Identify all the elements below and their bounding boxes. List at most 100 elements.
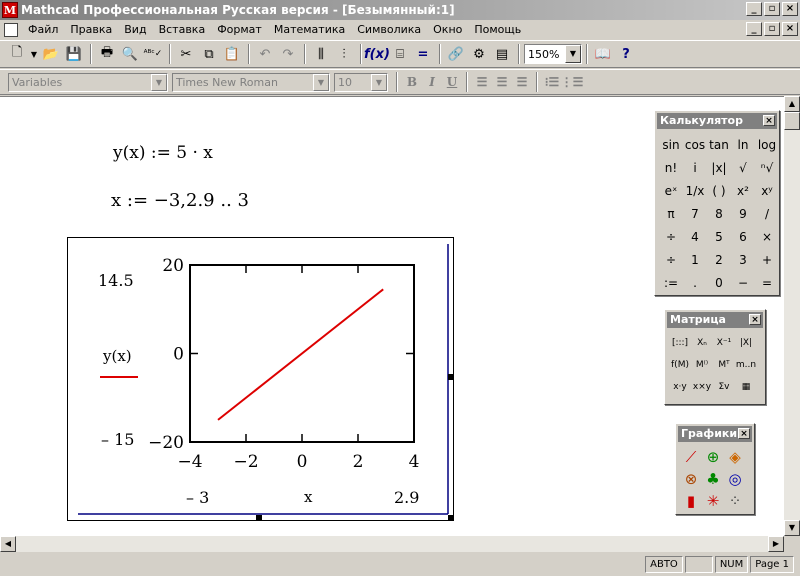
run-macro-icon[interactable]: ▤: [491, 43, 513, 65]
3d-scatter-icon[interactable]: ♣: [702, 468, 724, 490]
trace-label[interactable]: y(x): [103, 347, 132, 365]
component-wizard-icon[interactable]: ⚙: [468, 43, 490, 65]
calc-button[interactable]: eˣ: [659, 179, 683, 202]
calc-button[interactable]: 6: [731, 225, 755, 248]
matrix-close-icon[interactable]: ×: [749, 314, 761, 325]
calc-button[interactable]: tan: [707, 133, 731, 156]
calculator-close-icon[interactable]: ×: [763, 115, 775, 126]
calc-button[interactable]: |x|: [707, 156, 731, 179]
matrix-button[interactable]: |X|: [735, 332, 757, 354]
cut-icon[interactable]: ✂: [175, 43, 197, 65]
matrix-button[interactable]: x·y: [669, 376, 691, 398]
mathcad-app-icon[interactable]: M: [2, 2, 18, 18]
x-left-limit[interactable]: – 3: [186, 488, 209, 507]
align-down-icon[interactable]: ⫶: [333, 43, 355, 65]
matrix-button[interactable]: m..n: [735, 354, 757, 376]
doc-maximize-button[interactable]: ▫: [764, 22, 780, 36]
print-icon[interactable]: 🖶: [96, 43, 118, 65]
save-icon[interactable]: 💾: [63, 43, 85, 65]
calc-button[interactable]: xʸ: [755, 179, 779, 202]
contour-icon[interactable]: ⊗: [680, 468, 702, 490]
menu-format[interactable]: Формат: [211, 23, 268, 36]
zoom-select[interactable]: 150% ▼: [524, 44, 582, 64]
matrix-button[interactable]: X⁻¹: [713, 332, 735, 354]
graphs-close-icon[interactable]: ×: [738, 428, 750, 439]
style-select[interactable]: Variables ▼: [8, 72, 168, 92]
calc-button[interactable]: cos: [683, 133, 707, 156]
print-preview-icon[interactable]: 🔍: [119, 43, 141, 65]
menu-file[interactable]: Файл: [22, 23, 64, 36]
calc-button[interactable]: √: [731, 156, 755, 179]
calc-button[interactable]: ⁿ√: [755, 156, 779, 179]
horizontal-scrollbar[interactable]: ◀ ▶: [0, 536, 784, 552]
calc-button[interactable]: 4: [683, 225, 707, 248]
style-dropdown-icon[interactable]: ▼: [151, 73, 167, 91]
matrix-button[interactable]: Xₙ: [691, 332, 713, 354]
scroll-track-horizontal[interactable]: [16, 536, 768, 552]
calc-button[interactable]: =: [755, 271, 779, 294]
matrix-title-bar[interactable]: Матрица ×: [667, 312, 763, 328]
equation-x-range[interactable]: x := −3,2.9 .. 3: [111, 190, 249, 211]
calc-button[interactable]: 2: [707, 248, 731, 271]
copy-icon[interactable]: ⧉: [198, 43, 220, 65]
scroll-left-icon[interactable]: ◀: [0, 536, 16, 552]
calc-button[interactable]: ÷: [659, 225, 683, 248]
numbering-icon[interactable]: ⋮☰: [561, 72, 584, 92]
graphs-palette[interactable]: Графики × ⟋ ⊕ ◈ ⊗ ♣ ◎ ▮ ✳ ⁘: [675, 423, 755, 515]
graphs-title-bar[interactable]: Графики ×: [678, 426, 752, 442]
bar3d-icon[interactable]: ▮: [680, 490, 702, 512]
insert-unit-icon[interactable]: ⌸: [389, 43, 411, 65]
calc-button[interactable]: 1/x: [683, 179, 707, 202]
calc-button[interactable]: ln: [731, 133, 755, 156]
calc-button[interactable]: 8: [707, 202, 731, 225]
scroll-up-icon[interactable]: ▲: [784, 96, 800, 112]
vector-field-icon[interactable]: ◎: [724, 468, 746, 490]
matrix-button[interactable]: [:::]: [669, 332, 691, 354]
calculator-title-bar[interactable]: Калькулятор ×: [657, 113, 777, 129]
align-right-icon[interactable]: ☰: [512, 72, 532, 92]
menu-math[interactable]: Математика: [268, 23, 351, 36]
x-axis-label[interactable]: x: [304, 488, 312, 506]
scroll-thumb-vertical[interactable]: [784, 112, 800, 130]
calc-button[interactable]: x²: [731, 179, 755, 202]
y-upper-limit[interactable]: 14.5: [98, 271, 134, 290]
calculator-palette[interactable]: Калькулятор × sin cos tan ln log n! i |x| √ ⁿ√ eˣ 1…: [654, 110, 780, 296]
bold-button[interactable]: B: [402, 72, 422, 92]
x-right-limit[interactable]: 2.9: [394, 488, 419, 507]
xy-plot[interactable]: −4 −2 0 2 4 20 0 −20 14.5 – 15 y(x) – 3 x 2.9: [67, 237, 454, 521]
open-folder-icon[interactable]: 📂: [40, 43, 62, 65]
align-across-icon[interactable]: ⫼: [310, 43, 332, 65]
undo-icon[interactable]: ↶: [254, 43, 276, 65]
xy-plot-icon[interactable]: ⟋: [680, 446, 702, 468]
calc-button[interactable]: .: [683, 271, 707, 294]
calc-button[interactable]: π: [659, 202, 683, 225]
zoom-dropdown-icon[interactable]: ▼: [565, 45, 581, 63]
scatter-icon[interactable]: ✳: [702, 490, 724, 512]
matrix-button[interactable]: ▦: [735, 376, 757, 398]
paste-icon[interactable]: 📋: [221, 43, 243, 65]
matrix-button[interactable]: Σv: [713, 376, 735, 398]
calc-button[interactable]: i: [683, 156, 707, 179]
calc-button[interactable]: 7: [683, 202, 707, 225]
calc-button[interactable]: :=: [659, 271, 683, 294]
calc-button[interactable]: −: [731, 271, 755, 294]
matrix-button[interactable]: Mᵀ: [713, 354, 735, 376]
y-lower-limit[interactable]: – 15: [101, 430, 134, 449]
size-select[interactable]: 10 ▼: [334, 72, 388, 92]
align-center-icon[interactable]: ☰: [492, 72, 512, 92]
align-left-icon[interactable]: ☰: [472, 72, 492, 92]
calculate-icon[interactable]: =: [412, 43, 434, 65]
menu-insert[interactable]: Вставка: [153, 23, 212, 36]
doc-close-button[interactable]: ×: [782, 22, 798, 36]
calc-button[interactable]: ÷: [659, 248, 683, 271]
maximize-button[interactable]: ▫: [764, 2, 780, 16]
menu-symbolics[interactable]: Символика: [351, 23, 427, 36]
help-icon[interactable]: ?: [615, 43, 637, 65]
scroll-down-icon[interactable]: ▼: [784, 520, 800, 536]
calc-button[interactable]: log: [755, 133, 779, 156]
vertical-scrollbar[interactable]: ▲ ▼: [784, 96, 800, 536]
equation-y-definition[interactable]: y(x) := 5 · x: [113, 143, 213, 163]
insert-hyperlink-icon[interactable]: 🔗: [445, 43, 467, 65]
calc-button[interactable]: 5: [707, 225, 731, 248]
polar-plot-icon[interactable]: ⊕: [702, 446, 724, 468]
